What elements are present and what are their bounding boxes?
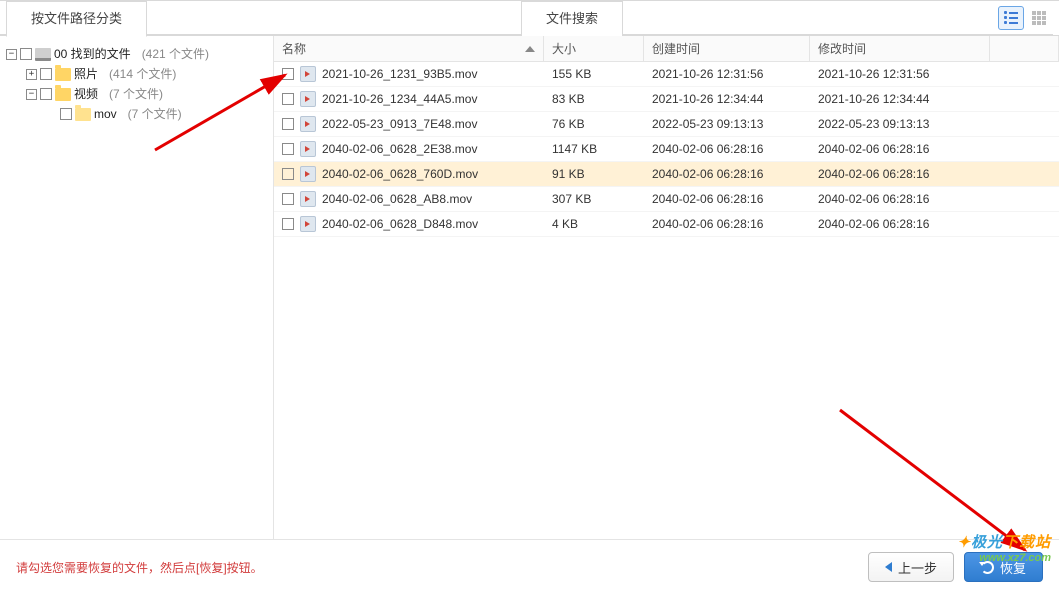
tree-label: mov xyxy=(94,104,117,124)
file-modified: 2022-05-23 09:13:13 xyxy=(810,117,990,131)
file-size: 83 KB xyxy=(544,92,644,106)
file-created: 2040-02-06 06:28:16 xyxy=(644,167,810,181)
drive-icon xyxy=(35,48,51,61)
tree-checkbox[interactable] xyxy=(40,68,52,80)
tree-label: 视频 xyxy=(74,84,98,104)
sort-asc-icon xyxy=(525,46,535,52)
mov-file-icon xyxy=(300,141,316,157)
tree-node-videos[interactable]: − 视频 (7 个文件) xyxy=(26,84,267,104)
file-size: 307 KB xyxy=(544,192,644,206)
tree-count: (7 个文件) xyxy=(109,84,163,104)
file-modified: 2021-10-26 12:34:44 xyxy=(810,92,990,106)
file-name: 2021-10-26_1234_44A5.mov xyxy=(322,92,477,106)
file-size: 91 KB xyxy=(544,167,644,181)
row-checkbox[interactable] xyxy=(282,193,294,205)
tree-count: (421 个文件) xyxy=(142,44,209,64)
folder-icon xyxy=(55,88,71,101)
col-header-name[interactable]: 名称 xyxy=(274,36,544,61)
table-row[interactable]: 2022-05-23_0913_7E48.mov76 KB2022-05-23 … xyxy=(274,112,1059,137)
tab-by-path[interactable]: 按文件路径分类 xyxy=(6,1,147,37)
col-header-created[interactable]: 创建时间 xyxy=(644,36,810,61)
tree-count: (7 个文件) xyxy=(128,104,182,124)
file-name: 2040-02-06_0628_760D.mov xyxy=(322,167,478,181)
folder-icon xyxy=(75,108,91,121)
file-modified: 2040-02-06 06:28:16 xyxy=(810,142,990,156)
row-checkbox[interactable] xyxy=(282,68,294,80)
collapse-icon[interactable]: − xyxy=(26,89,37,100)
table-row[interactable]: 2040-02-06_0628_760D.mov91 KB2040-02-06 … xyxy=(274,162,1059,187)
row-checkbox[interactable] xyxy=(282,168,294,180)
prev-button-label: 上一步 xyxy=(898,558,937,577)
file-name: 2022-05-23_0913_7E48.mov xyxy=(322,117,477,131)
file-name: 2021-10-26_1231_93B5.mov xyxy=(322,67,477,81)
spacer xyxy=(46,109,57,120)
file-modified: 2040-02-06 06:28:16 xyxy=(810,217,990,231)
table-row[interactable]: 2021-10-26_1234_44A5.mov83 KB2021-10-26 … xyxy=(274,87,1059,112)
file-created: 2021-10-26 12:31:56 xyxy=(644,67,810,81)
col-header-size[interactable]: 大小 xyxy=(544,36,644,61)
file-name: 2040-02-06_0628_AB8.mov xyxy=(322,192,472,206)
view-list-button[interactable] xyxy=(998,6,1024,30)
tree-label: 00 找到的文件 xyxy=(54,44,131,64)
mov-file-icon xyxy=(300,116,316,132)
folder-icon xyxy=(55,68,71,81)
list-icon xyxy=(1004,12,1018,24)
row-checkbox[interactable] xyxy=(282,93,294,105)
file-size: 76 KB xyxy=(544,117,644,131)
view-grid-button[interactable] xyxy=(1026,6,1052,30)
tree-checkbox[interactable] xyxy=(40,88,52,100)
file-created: 2021-10-26 12:34:44 xyxy=(644,92,810,106)
row-checkbox[interactable] xyxy=(282,143,294,155)
tree-checkbox[interactable] xyxy=(20,48,32,60)
tree-checkbox[interactable] xyxy=(60,108,72,120)
file-created: 2040-02-06 06:28:16 xyxy=(644,142,810,156)
file-list-pane: 名称 大小 创建时间 修改时间 2021-10-26_1231_93B5.mov… xyxy=(274,36,1059,539)
file-name: 2040-02-06_0628_2E38.mov xyxy=(322,142,477,156)
file-modified: 2040-02-06 06:28:16 xyxy=(810,167,990,181)
main-area: − 00 找到的文件 (421 个文件) + 照片 xyxy=(0,36,1059,540)
tree-label: 照片 xyxy=(74,64,98,84)
file-created: 2022-05-23 09:13:13 xyxy=(644,117,810,131)
tab-file-search[interactable]: 文件搜索 xyxy=(521,1,623,37)
mov-file-icon xyxy=(300,91,316,107)
mov-file-icon xyxy=(300,191,316,207)
tree-node-mov[interactable]: mov (7 个文件) xyxy=(46,104,267,124)
table-row[interactable]: 2040-02-06_0628_D848.mov4 KB2040-02-06 0… xyxy=(274,212,1059,237)
col-header-extra xyxy=(990,36,1059,61)
file-modified: 2040-02-06 06:28:16 xyxy=(810,192,990,206)
table-header: 名称 大小 创建时间 修改时间 xyxy=(274,36,1059,62)
file-created: 2040-02-06 06:28:16 xyxy=(644,217,810,231)
row-checkbox[interactable] xyxy=(282,218,294,230)
table-row[interactable]: 2040-02-06_0628_2E38.mov1147 KB2040-02-0… xyxy=(274,137,1059,162)
row-checkbox[interactable] xyxy=(282,118,294,130)
mov-file-icon xyxy=(300,166,316,182)
prev-button[interactable]: 上一步 xyxy=(868,552,954,582)
file-created: 2040-02-06 06:28:16 xyxy=(644,192,810,206)
grid-icon xyxy=(1032,11,1046,25)
arrow-left-icon xyxy=(885,562,892,572)
file-modified: 2021-10-26 12:31:56 xyxy=(810,67,990,81)
view-switch xyxy=(997,1,1053,35)
file-size: 1147 KB xyxy=(544,142,644,156)
table-row[interactable]: 2021-10-26_1231_93B5.mov155 KB2021-10-26… xyxy=(274,62,1059,87)
folder-tree: − 00 找到的文件 (421 个文件) + 照片 xyxy=(6,44,267,124)
expand-icon[interactable]: + xyxy=(26,69,37,80)
tree-node-photos[interactable]: + 照片 (414 个文件) xyxy=(26,64,267,84)
collapse-icon[interactable]: − xyxy=(6,49,17,60)
table-row[interactable]: 2040-02-06_0628_AB8.mov307 KB2040-02-06 … xyxy=(274,187,1059,212)
mov-file-icon xyxy=(300,216,316,232)
tree-count: (414 个文件) xyxy=(109,64,176,84)
tabs-row: 按文件路径分类 文件搜索 xyxy=(0,0,1059,36)
tree-node-root[interactable]: − 00 找到的文件 (421 个文件) xyxy=(6,44,267,64)
hint-text: 请勾选您需要恢复的文件，然后点[恢复]按钮。 xyxy=(16,559,263,576)
table-body: 2021-10-26_1231_93B5.mov155 KB2021-10-26… xyxy=(274,62,1059,539)
folder-tree-pane: − 00 找到的文件 (421 个文件) + 照片 xyxy=(0,36,274,539)
file-name: 2040-02-06_0628_D848.mov xyxy=(322,217,478,231)
file-size: 4 KB xyxy=(544,217,644,231)
file-size: 155 KB xyxy=(544,67,644,81)
watermark: ✦极光下载站 www.xz7.com xyxy=(957,531,1051,564)
mov-file-icon xyxy=(300,66,316,82)
col-header-modified[interactable]: 修改时间 xyxy=(810,36,990,61)
footer: 请勾选您需要恢复的文件，然后点[恢复]按钮。 上一步 恢复 xyxy=(0,540,1059,594)
